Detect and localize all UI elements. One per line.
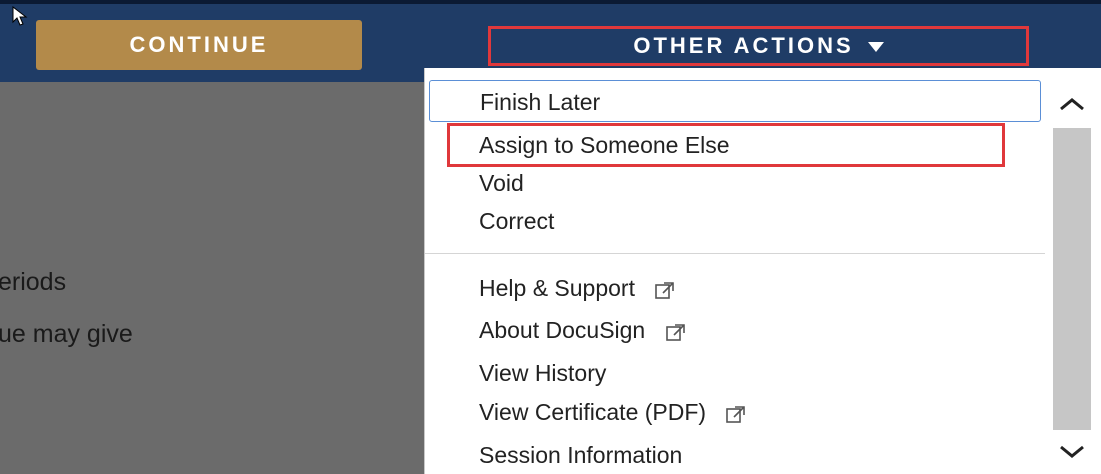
mouse-cursor-icon — [12, 6, 28, 26]
menu-item-label: About DocuSign — [479, 317, 646, 343]
menu-item-assign-to-someone-else[interactable]: Assign to Someone Else — [479, 127, 730, 163]
other-actions-button[interactable]: OTHER ACTIONS — [488, 26, 1029, 66]
scroll-down-button[interactable] — [1045, 432, 1099, 472]
menu-item-session-information[interactable]: Session Information — [479, 437, 682, 473]
document-text-line: ue may give — [0, 320, 133, 348]
continue-button[interactable]: CONTINUE — [36, 20, 362, 70]
menu-item-label: Void — [479, 170, 524, 196]
menu-item-void[interactable]: Void — [479, 165, 524, 201]
menu-item-label: Assign to Someone Else — [479, 132, 730, 158]
chevron-down-icon — [1060, 445, 1084, 458]
external-link-icon — [726, 406, 746, 423]
menu-item-about-docusign[interactable]: About DocuSign — [479, 312, 686, 348]
menu-item-help-support[interactable]: Help & Support — [479, 270, 675, 306]
external-link-icon — [665, 324, 685, 341]
other-actions-label: OTHER ACTIONS — [633, 33, 854, 58]
menu-item-label: Correct — [479, 208, 555, 234]
menu-item-view-history[interactable]: View History — [479, 355, 606, 391]
menu-item-view-certificate[interactable]: View Certificate (PDF) — [479, 394, 746, 430]
menu-item-label: View History — [479, 360, 607, 386]
menu-item-correct[interactable]: Correct — [479, 203, 554, 239]
menu-item-label: Finish Later — [480, 89, 601, 115]
document-text-line: eriods — [0, 268, 67, 296]
external-link-icon — [655, 282, 675, 299]
menu-item-label: View Certificate (PDF) — [479, 399, 707, 425]
caret-down-icon — [867, 42, 884, 52]
chevron-up-icon — [1060, 98, 1084, 111]
menu-item-label: Help & Support — [479, 275, 635, 301]
scroll-up-button[interactable] — [1045, 84, 1099, 124]
menu-scrollbar[interactable] — [1045, 84, 1099, 474]
scroll-thumb[interactable] — [1053, 128, 1091, 430]
menu-item-finish-later[interactable]: Finish Later — [429, 80, 1041, 122]
menu-divider — [425, 253, 1045, 254]
menu-item-label: Session Information — [479, 442, 683, 468]
document-backdrop: eriods ue may give — [0, 82, 424, 474]
top-edge — [0, 0, 1101, 4]
other-actions-menu: Finish Later Assign to Someone Else Void… — [424, 68, 1101, 474]
